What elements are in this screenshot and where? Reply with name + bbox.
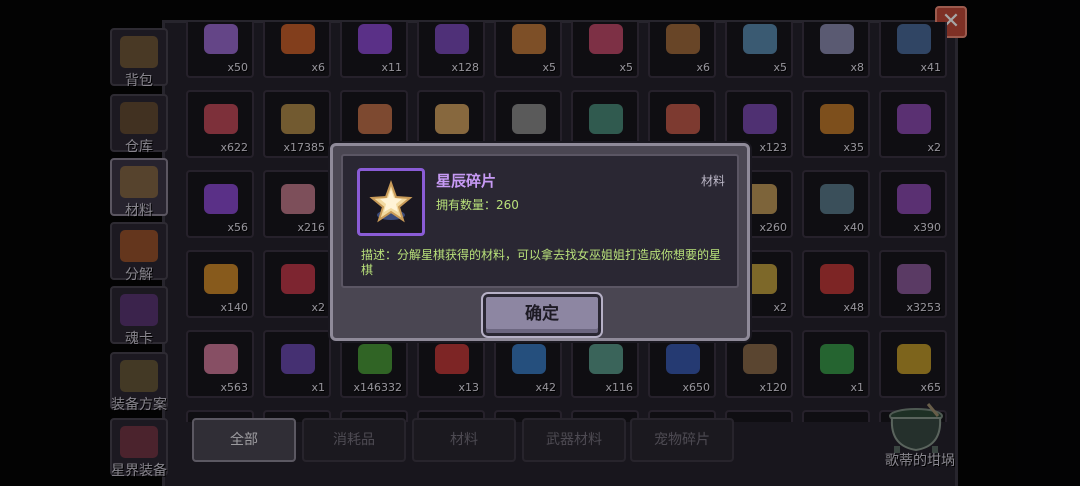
quantity-label: 拥有数量：: [436, 198, 497, 212]
item-icon-frame: [357, 168, 425, 236]
item-type: 材料: [700, 174, 725, 188]
item-info-panel: 星辰碎片 材料 拥有数量：260 描述：分解星棋获得的材料，可以拿去找女巫姐姐打…: [341, 154, 739, 288]
confirm-button[interactable]: 确定: [483, 294, 601, 336]
item-detail-dialog: 星辰碎片 材料 拥有数量：260 描述：分解星棋获得的材料，可以拿去找女巫姐姐打…: [330, 143, 750, 341]
item-quantity: 拥有数量：260: [436, 196, 519, 213]
item-name: 星辰碎片: [436, 172, 497, 190]
quantity-value: 260: [496, 198, 519, 212]
item-description: 描述：分解星棋获得的材料，可以拿去找女巫姐姐打造成你想要的星棋: [361, 248, 722, 277]
star-fragment-icon: [369, 180, 413, 223]
